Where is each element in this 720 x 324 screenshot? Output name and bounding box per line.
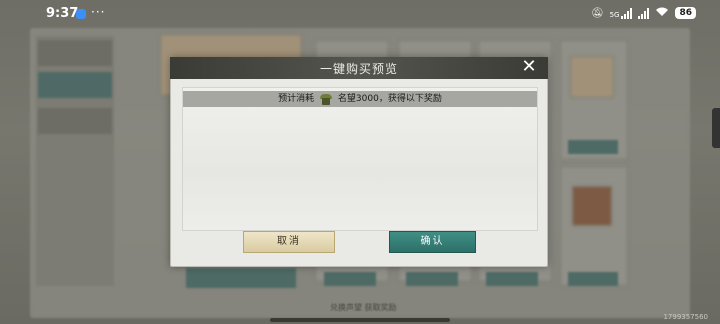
home-indicator[interactable] (270, 318, 450, 322)
confirm-button[interactable]: 确认 (389, 231, 476, 253)
background-card (560, 166, 628, 286)
status-indicators: 🔕︎ 5G 86 (591, 6, 696, 20)
signal-5g-icon: 5G (609, 7, 633, 19)
purchase-preview-dialog: 一键购买预览 ✕ 预计消耗 名望3000，获得以下奖励 取消 确认 (170, 57, 548, 267)
background-button (568, 140, 618, 154)
background-sidebar-item (38, 40, 112, 66)
app-notification-icon (76, 9, 86, 19)
close-icon[interactable]: ✕ (520, 58, 538, 76)
status-bar: 9:37 ··· 🔕︎ 5G 86 (0, 0, 720, 28)
cost-prefix: 预计消耗 (278, 94, 315, 104)
side-handle[interactable] (712, 108, 720, 148)
battery-indicator: 86 (675, 7, 696, 19)
background-button (406, 272, 458, 286)
background-button (568, 272, 618, 286)
more-notifications-icon: ··· (91, 5, 106, 19)
background-sidebar-item-active (38, 72, 112, 98)
background-button (186, 268, 296, 288)
cost-suffix: 名望3000，获得以下奖励 (337, 94, 442, 104)
network-type: 5G (609, 10, 620, 19)
status-time: 9:37 (46, 6, 79, 21)
background-sidebar-item (38, 108, 112, 134)
wifi-icon (655, 6, 669, 20)
background-item-image (570, 56, 614, 98)
background-button (486, 272, 538, 286)
reward-list-area: 预计消耗 名望3000，获得以下奖励 (182, 87, 538, 231)
background-item-image (572, 186, 612, 226)
background-footer-text: 兑换声望 获取奖励 (330, 303, 397, 312)
signal-icon (638, 7, 650, 19)
mute-icon: 🔕︎ (590, 7, 604, 19)
dialog-title-bar: 一键购买预览 ✕ (170, 57, 548, 79)
fame-icon (319, 93, 333, 106)
dialog-title: 一键购买预览 (319, 62, 398, 76)
build-id: 1799357560 (663, 313, 708, 321)
cancel-button[interactable]: 取消 (243, 231, 335, 253)
cost-banner: 预计消耗 名望3000，获得以下奖励 (183, 91, 537, 107)
background-button (324, 272, 376, 286)
